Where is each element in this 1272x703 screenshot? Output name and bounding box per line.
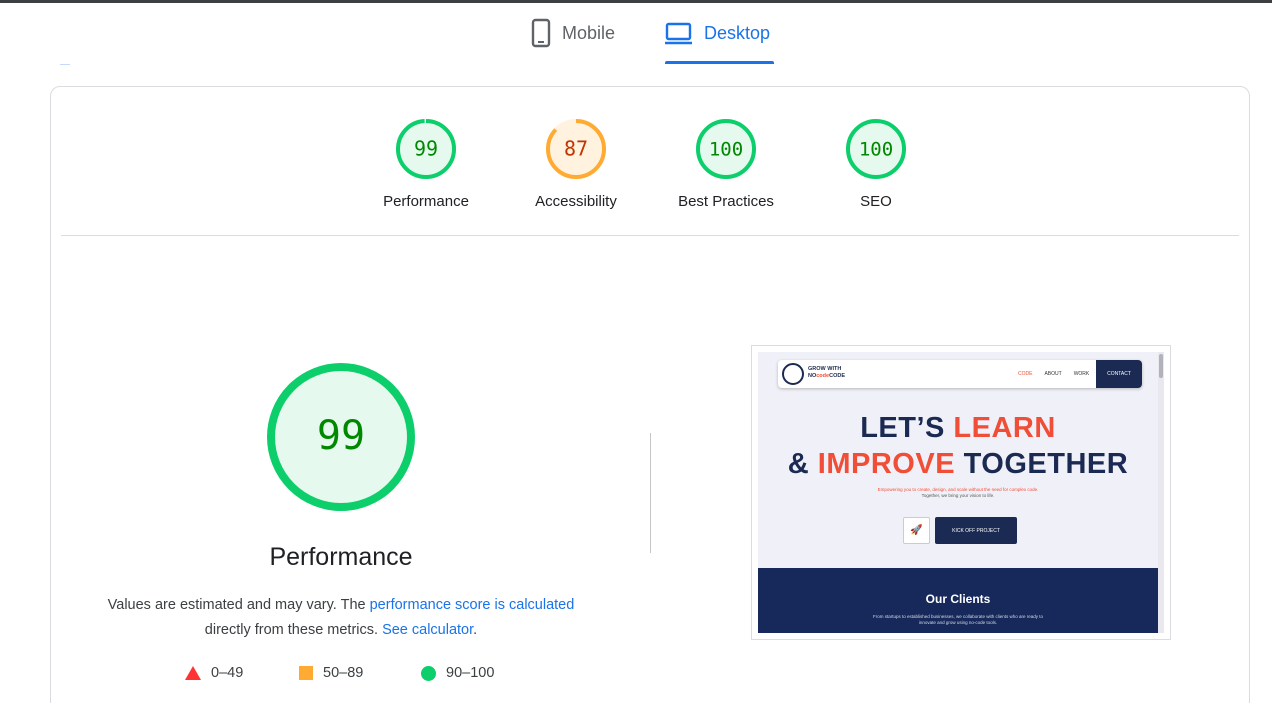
shot-logo-code: CODE	[829, 373, 845, 379]
vertical-divider	[650, 433, 651, 553]
shot-rocket-icon: 🚀	[903, 517, 930, 544]
gauge-label: Best Practices	[678, 193, 774, 210]
shot-headline-together: TOGETHER	[955, 448, 1129, 480]
shot-sub-a: Empowering you to	[877, 487, 918, 492]
score-legend: 0–49 50–89 90–100	[185, 665, 525, 685]
category-gauges: 99 Performance 87 Accessibility 100 Best Pr…	[51, 87, 1251, 235]
shot-headline-improve: IMPROVE	[817, 448, 956, 480]
final-screenshot: GROW WITH NOcodeCODE CODE ABOUT WORK CON…	[751, 345, 1171, 640]
average-square-icon	[299, 666, 313, 680]
desktop-icon	[664, 18, 694, 53]
desc-text-1: Values are estimated and may vary. The	[107, 597, 370, 613]
see-calculator-link[interactable]: See calculator	[382, 622, 473, 638]
gauge-ring: 99	[396, 119, 456, 179]
shot-scrollbar	[1158, 352, 1164, 633]
fail-triangle-icon	[185, 666, 201, 680]
legend-average-range: 50–89	[323, 665, 364, 681]
desc-text-3: .	[473, 622, 478, 638]
gauge-performance[interactable]: 99 Performance	[356, 117, 496, 210]
performance-score-value: 99	[317, 413, 365, 459]
gauge-ring: 100	[846, 119, 906, 179]
shot-headline-lets: LET’S	[860, 412, 954, 444]
gauge-seo[interactable]: 100 SEO	[806, 117, 946, 210]
shot-headline: LET’S LEARN & IMPROVE TOGETHER	[758, 410, 1158, 482]
gauge-label: SEO	[860, 193, 892, 210]
shot-sub-b: create, design, and scale	[917, 487, 968, 492]
shot-scrollbar-thumb	[1159, 354, 1163, 378]
gauge-score-value: 99	[414, 137, 438, 161]
pass-circle-icon	[421, 665, 436, 681]
shot-clients-title: Our Clients	[925, 592, 991, 606]
gauge-score-value: 87	[564, 137, 588, 161]
legend-average: 50–89	[299, 665, 363, 681]
gauge-ring: 87	[546, 119, 606, 179]
shot-sub-c: without the need for complex code.	[967, 487, 1039, 492]
screenshot-page: GROW WITH NOcodeCODE CODE ABOUT WORK CON…	[758, 352, 1164, 633]
shot-clients-sub: From startups to established businesses,…	[758, 614, 1158, 626]
shot-clients-sub-2: innovate and grow using no-code tools.	[918, 620, 998, 625]
report-card: 99 Performance 87 Accessibility 100 Best Pr…	[50, 86, 1250, 703]
shot-subtext: Empowering you to create, design, and sc…	[758, 487, 1158, 499]
shot-nav-code: CODE	[1018, 371, 1033, 377]
device-tabs: Mobile Desktop	[0, 0, 1272, 70]
shot-headline-learn: LEARN	[953, 412, 1056, 444]
gauge-score-value: 100	[859, 139, 893, 161]
gauge-ring: 100	[696, 119, 756, 179]
gauge-label: Accessibility	[535, 193, 617, 210]
shot-logo-code-small: code	[816, 373, 830, 379]
divider-mark	[60, 64, 70, 65]
tab-desktop-label: Desktop	[704, 23, 771, 43]
shot-clients-section: Our Clients From startups to established…	[758, 568, 1158, 633]
desc-text-2: directly from these metrics.	[204, 622, 383, 638]
tab-mobile[interactable]: Mobile	[530, 18, 615, 64]
tab-desktop-underline	[665, 61, 775, 64]
performance-score-gauge: 99	[265, 361, 417, 513]
score-calculated-link[interactable]: performance score is calculated	[370, 597, 575, 613]
legend-pass: 90–100	[421, 665, 494, 681]
gauges-divider	[61, 235, 1239, 236]
shot-logo-line2: NOcodeCODE	[808, 373, 845, 380]
tab-mobile-label: Mobile	[562, 23, 616, 43]
shot-sub-line2: Together, we bring your vision to life.	[921, 493, 995, 498]
shot-navbar: GROW WITH NOcodeCODE CODE ABOUT WORK CON…	[778, 360, 1142, 388]
gauge-accessibility[interactable]: 87 Accessibility	[506, 117, 646, 210]
shot-headline-amp: &	[787, 448, 818, 480]
tab-desktop[interactable]: Desktop	[664, 18, 775, 64]
shot-logo-text: GROW WITH NOcodeCODE	[808, 366, 845, 380]
shot-contact-button: CONTACT	[1096, 360, 1142, 388]
performance-title: Performance	[269, 543, 413, 571]
gauge-best-practices[interactable]: 100 Best Practices	[656, 117, 796, 210]
mobile-icon	[530, 18, 552, 53]
legend-pass-range: 90–100	[446, 665, 495, 681]
shot-cta-button: KICK OFF PROJECT	[935, 517, 1017, 544]
legend-fail: 0–49	[185, 665, 243, 681]
gauge-label: Performance	[383, 193, 469, 210]
shot-nav-about: ABOUT	[1044, 371, 1062, 377]
gauge-score-value: 100	[709, 139, 743, 161]
shot-logo-icon	[782, 363, 804, 385]
shot-logo-no: NO	[808, 373, 817, 379]
shot-logo-line1: GROW WITH	[808, 366, 842, 372]
shot-nav-work: WORK	[1073, 371, 1090, 377]
shot-nav-links: CODE ABOUT WORK	[1018, 371, 1089, 377]
performance-description: Values are estimated and may vary. The p…	[91, 593, 591, 643]
legend-fail-range: 0–49	[211, 665, 244, 681]
